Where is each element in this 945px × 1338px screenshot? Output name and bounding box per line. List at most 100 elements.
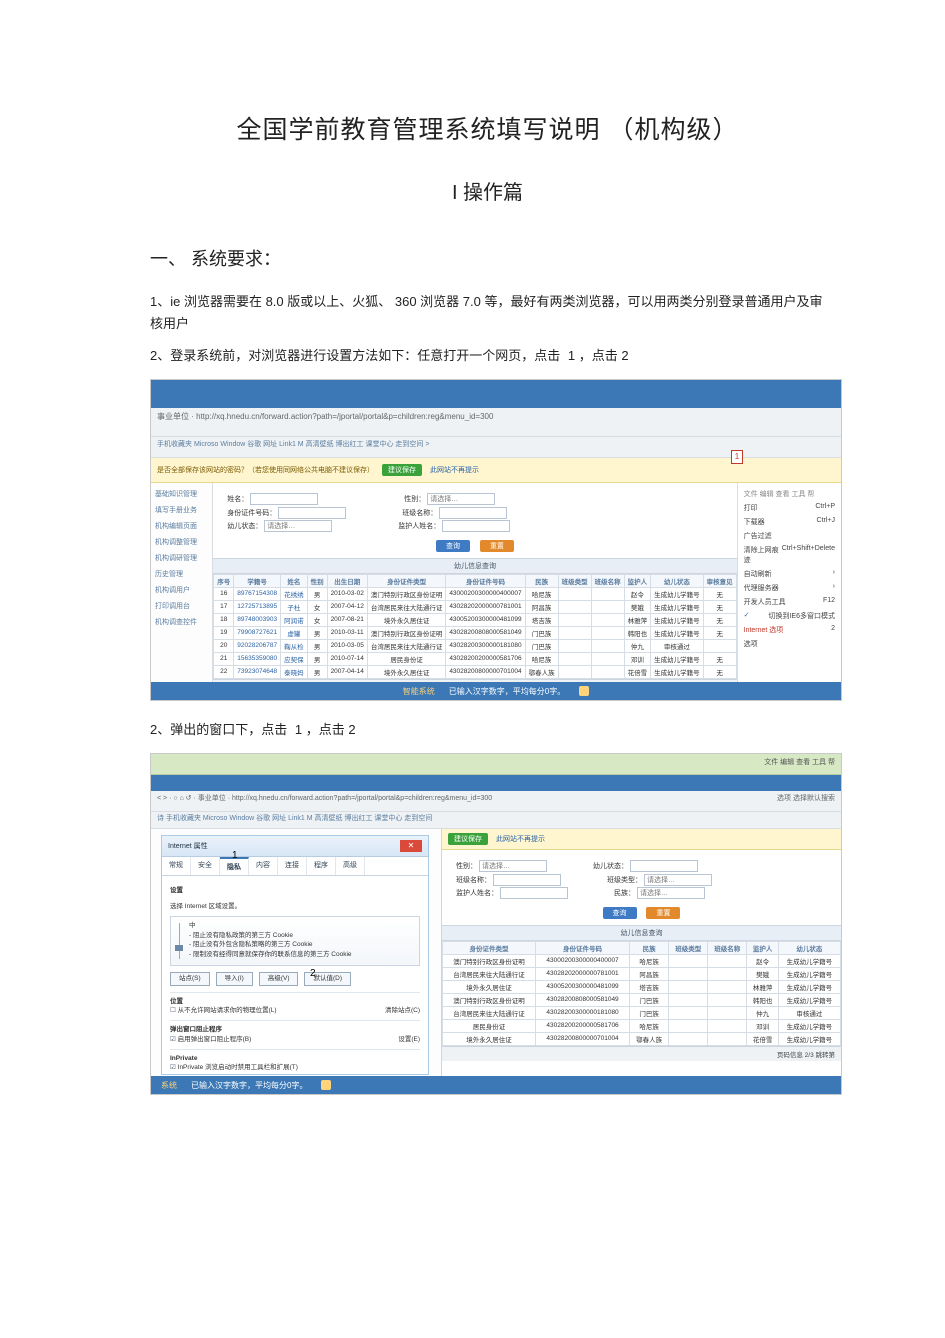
left-menu: 基础知识管理 填写手册业务 机构编辑页面 机构调整管理 机构调研管理 历史管理 … [151, 483, 213, 701]
table-row[interactable]: 2273923074648泰晓妈男2007-04-14境外永久居住证430282… [214, 665, 736, 678]
filter-select[interactable]: 请选择… [427, 493, 495, 505]
ask-never-link[interactable]: 此网站不再提示 [430, 465, 479, 475]
table-cell: 鄂春人族 [525, 665, 558, 678]
menu-item-adblock[interactable]: 广告过滤 [744, 531, 772, 541]
tab-content[interactable]: 内容 [249, 857, 278, 875]
table-row[interactable]: 1712725713895子杜女2007-04-12台湾居民来往大陆通行证430… [214, 600, 736, 613]
advanced-button[interactable]: 高级(V) [259, 972, 299, 986]
reset-button[interactable]: 重置 [480, 540, 514, 552]
reset-button[interactable]: 重置 [646, 907, 680, 919]
left-menu-item[interactable]: 打印调用台 [155, 601, 208, 611]
menu-item-internet-options[interactable]: Internet 选项 [744, 625, 784, 635]
table-row[interactable]: 境外永久居住证43005200300000481099塔吉族林雅萍生成幼儿学籍号 [443, 980, 841, 993]
menu-item-clear[interactable]: 清除上网痕迹 [744, 545, 782, 565]
table-row[interactable]: 1979908727621虚罐男2010-03-11澳门特别行政区身份证明430… [214, 626, 736, 639]
table-cell: 无 [703, 613, 736, 626]
nav-right[interactable]: 选项 选择默认搜索 [777, 793, 835, 803]
left-menu-item[interactable]: 机构编辑页面 [155, 521, 208, 531]
left-menu-item[interactable]: 历史管理 [155, 569, 208, 579]
tab-connections[interactable]: 连接 [278, 857, 307, 875]
filter-select[interactable]: 请选择… [637, 887, 705, 899]
table-cell: 43028202000000781001 [446, 600, 525, 613]
import-button[interactable]: 导入(I) [216, 972, 253, 986]
group-settings: 设置 [170, 887, 183, 894]
table-cell: 哈尼族 [525, 587, 558, 600]
table-row[interactable]: 境外永久居住证43028200800000701004鄂春人族花倍雪生成幼儿学籍… [443, 1032, 841, 1045]
filter-label: 性别： [456, 863, 477, 870]
tab-security[interactable]: 安全 [191, 857, 220, 875]
left-menu-item[interactable]: 机构调研管理 [155, 553, 208, 563]
menu-item-downloads[interactable]: 下载器 [744, 517, 765, 527]
tab-programs[interactable]: 程序 [307, 857, 336, 875]
left-menu-item[interactable]: 基础知识管理 [155, 489, 208, 499]
search-button[interactable]: 查询 [603, 907, 637, 919]
sites-button[interactable]: 站点(S) [170, 972, 210, 986]
table-row[interactable]: 澳门特别行政区身份证明43000200300000400007哈尼族赵令生成幼儿… [443, 954, 841, 967]
filter-input[interactable] [439, 507, 507, 519]
table-cell: 台湾居民来往大陆通行证 [443, 967, 536, 980]
menu-item-proxy[interactable]: 代理服务器 [744, 583, 779, 593]
filter-select[interactable]: 请选择… [479, 860, 547, 872]
doc-title: 全国学前教育管理系统填写说明 （机构级） [150, 110, 825, 146]
table-cell: 43028200300000181080 [536, 1006, 630, 1019]
table-cell: 43000200300000400007 [446, 587, 525, 600]
filter-panel: 姓名： 性别：请选择… 身份证件号码： 班级名称： 幼儿状态：请选择… 监护人姓… [213, 483, 736, 535]
popup-settings-button[interactable]: 设置(E) [398, 1035, 420, 1045]
menu-bar[interactable]: 文件 编辑 查看 工具 帮 [758, 754, 841, 770]
table-cell: 79908727621 [234, 626, 281, 639]
table-cell: 2010-07-14 [327, 652, 367, 665]
table-cell: 男 [307, 639, 327, 652]
popup-checkbox[interactable]: 启用弹出窗口阻止程序(B) [170, 1035, 251, 1045]
table-cell: 鞠从检 [281, 639, 308, 652]
close-button[interactable]: ✕ [400, 840, 422, 852]
menu-item-options[interactable]: 选项 [744, 639, 758, 649]
table-row[interactable]: 台湾居民来往大陆通行证43028200300000181080门巴族仲九审核通过 [443, 1006, 841, 1019]
filter-input[interactable] [500, 887, 568, 899]
filter-input[interactable] [630, 860, 698, 872]
filter-select[interactable]: 请选择… [264, 520, 332, 532]
filter-input[interactable] [278, 507, 346, 519]
left-menu-item[interactable]: 机构调整管理 [155, 537, 208, 547]
table-row[interactable]: 2115635359080应契保男2010-07-14居民身份证43028200… [214, 652, 736, 665]
table-cell: 生成幼儿学籍号 [778, 1032, 840, 1045]
filter-input[interactable] [442, 520, 510, 532]
table-cell: 仲九 [624, 639, 651, 652]
table-cell: 审核通过 [778, 1006, 840, 1019]
address-bar[interactable]: 事业单位 · http://xq.hnedu.cn/forward.action… [151, 408, 841, 437]
filter-input[interactable] [250, 493, 318, 505]
table-cell: 2007-04-12 [327, 600, 367, 613]
menu-item-refresh[interactable]: 自动刷新 [744, 569, 772, 579]
inprivate-checkbox[interactable]: InPrivate 浏览启动时禁用工具栏和扩展(T) [170, 1064, 298, 1071]
table-row[interactable]: 澳门特别行政区身份证明43028200808000581049门巴族韩阳也生成幼… [443, 993, 841, 1006]
filter-label: 班级名称： [402, 510, 437, 517]
address-bar[interactable]: < > · ○ ⌂ ↺ · 事业单位 · http://xq.hnedu.cn/… [151, 791, 841, 812]
privacy-slider[interactable]: 中 - 阻止没有隐私政策的第三方 Cookie - 阻止没有外包含隐私策略的第三… [170, 916, 420, 966]
table-row[interactable]: 台湾居民来往大陆通行证43028202000000781001阿昌族樊娥生成幼儿… [443, 967, 841, 980]
left-menu-item[interactable]: 填写手册业务 [155, 505, 208, 515]
bookmark-bar[interactable]: 诗 手机收藏夹 Microso Window 谷歌 网址 Link1 M 高清壁… [151, 812, 841, 829]
table-row[interactable]: 1689767154308花绣绣男2010-03-02澳门特别行政区身份证明43… [214, 587, 736, 600]
filter-select[interactable]: 请选择… [644, 874, 712, 886]
left-menu-item[interactable]: 机构调查控件 [155, 617, 208, 627]
menu-bar[interactable]: 文件 编辑 查看 工具 帮 [744, 489, 815, 499]
search-button[interactable]: 查询 [436, 540, 470, 552]
menu-item-devtools[interactable]: 开发人员工具 [744, 597, 786, 607]
table-row[interactable]: 居民身份证43028200200000581706哈尼族邓训生成幼儿学籍号 [443, 1019, 841, 1032]
table-row[interactable]: 2092028206787鞠从检男2010-03-05台湾居民来往大陆通行证43… [214, 639, 736, 652]
ask-save-button[interactable]: 建议保存 [382, 464, 422, 476]
ask-never-link[interactable]: 此网站不再提示 [496, 834, 545, 844]
menu-item-print[interactable]: 打印 [744, 503, 758, 513]
ask-save-button[interactable]: 建议保存 [448, 833, 488, 845]
table-row[interactable]: 1889748003903阿润诺女2007-08-21境外永久居住证430052… [214, 613, 736, 626]
tab-advanced[interactable]: 高级 [336, 857, 365, 875]
filter-input[interactable] [493, 874, 561, 886]
clear-sites-button[interactable]: 清除站点(C) [385, 1006, 420, 1016]
table-cell: 男 [307, 652, 327, 665]
table-cell: 89767154308 [234, 587, 281, 600]
tab-general[interactable]: 常规 [162, 857, 191, 875]
paragraph-3-b: 1 ，点击 2 [291, 719, 360, 741]
table-cell [591, 652, 624, 665]
location-checkbox[interactable]: 从不允许网站请求你的物理位置(L) [170, 1006, 277, 1016]
menu-item-ie6mode[interactable]: 切换到IE6多窗口模式 [768, 611, 835, 621]
left-menu-item[interactable]: 机构调用户 [155, 585, 208, 595]
